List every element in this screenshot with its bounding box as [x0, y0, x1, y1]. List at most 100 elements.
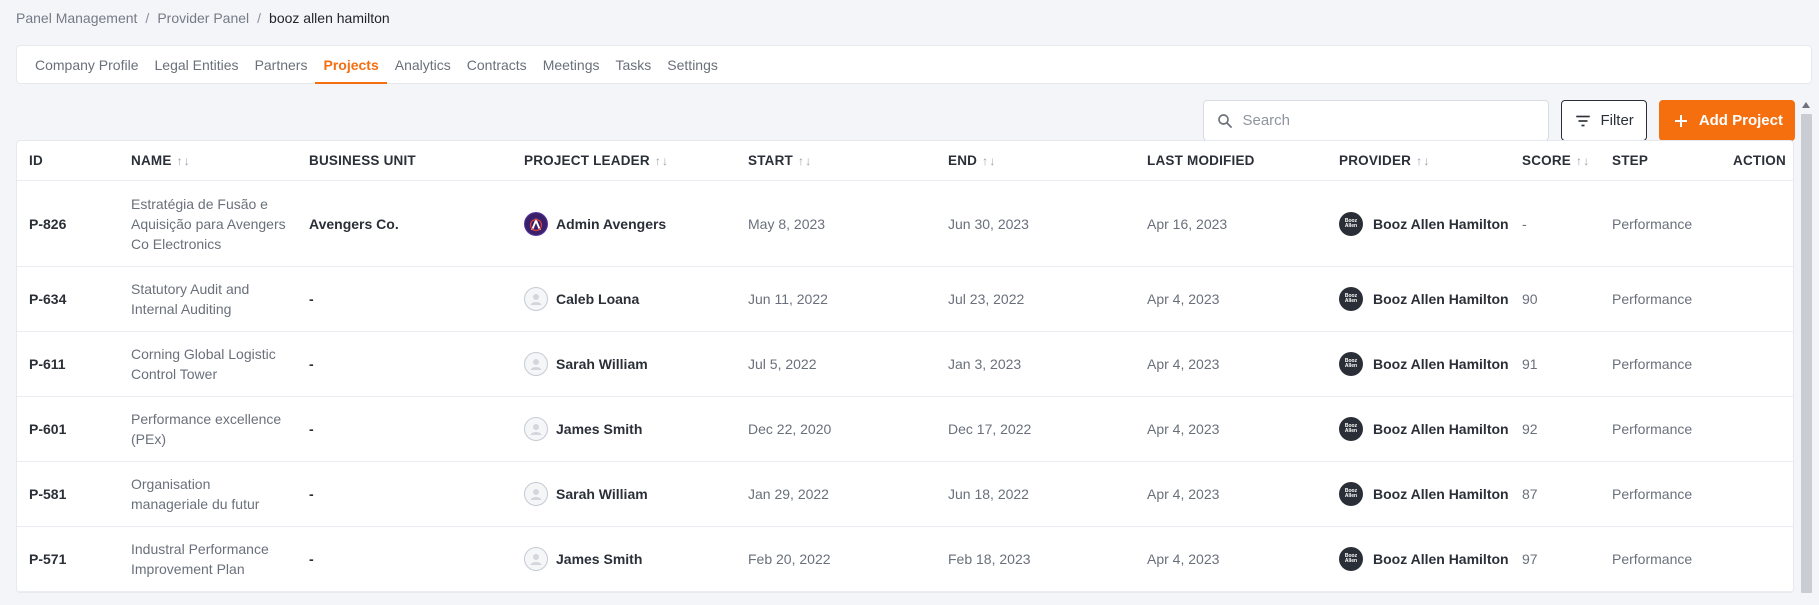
add-project-button[interactable]: Add Project — [1658, 100, 1795, 141]
provider: Booz Allen Booz Allen Hamilton — [1339, 462, 1509, 526]
step: Performance — [1612, 551, 1693, 567]
project-leader: Caleb Loana — [524, 267, 639, 331]
project-name[interactable]: Industral Performance Improvement Plan — [131, 527, 269, 591]
last-modified-date: Apr 4, 2023 — [1147, 291, 1220, 307]
table-row[interactable]: P-571 Industral Performance Improvement Pl… — [17, 527, 1793, 592]
toolbar: Filter Add Project — [1203, 100, 1795, 141]
tab-company-profile[interactable]: Company Profile — [27, 46, 147, 83]
column-header-label: END — [948, 153, 978, 168]
business-unit: - — [309, 551, 314, 567]
user-avatar-icon — [524, 352, 548, 376]
tab-legal-entities[interactable]: Legal Entities — [147, 46, 247, 83]
last-modified-date: Apr 4, 2023 — [1147, 356, 1220, 372]
project-name[interactable]: Corning Global Logistic Control Tower — [131, 332, 276, 396]
filter-button[interactable]: Filter — [1561, 100, 1647, 141]
column-header-step: STEP — [1612, 141, 1648, 180]
last-modified-date: Apr 4, 2023 — [1147, 421, 1220, 437]
column-header-project-leader[interactable]: PROJECT LEADER ↑ ↓ — [524, 141, 668, 180]
scroll-up-arrow-icon[interactable] — [1802, 102, 1810, 108]
column-header-score[interactable]: SCORE ↑ ↓ — [1522, 141, 1589, 180]
table-row[interactable]: P-601 Performance excellence (PEx) - James S… — [17, 397, 1793, 462]
provider-logo-icon: Booz Allen — [1339, 352, 1363, 376]
business-unit: - — [309, 356, 314, 372]
provider: Booz Allen Booz Allen Hamilton — [1339, 397, 1509, 461]
plus-icon — [1674, 114, 1687, 127]
sort-arrows-icon[interactable]: ↑ ↓ — [982, 154, 995, 168]
end-date: Dec 17, 2022 — [948, 421, 1032, 437]
vertical-scrollbar[interactable] — [1800, 100, 1813, 593]
search-box[interactable] — [1203, 100, 1550, 141]
tab-meetings[interactable]: Meetings — [535, 46, 608, 83]
tab-projects[interactable]: Projects — [315, 46, 387, 84]
user-avatar-icon — [524, 547, 548, 571]
business-unit: - — [309, 486, 314, 502]
tab-analytics[interactable]: Analytics — [387, 46, 459, 83]
column-header-id: ID — [29, 141, 43, 180]
project-id[interactable]: P-634 — [29, 267, 66, 331]
project-id[interactable]: P-826 — [29, 182, 66, 266]
breadcrumb-separator: / — [257, 10, 262, 26]
tab-tasks[interactable]: Tasks — [608, 46, 660, 83]
sort-arrows-icon[interactable]: ↑ ↓ — [798, 154, 811, 168]
column-header-label: STEP — [1612, 153, 1649, 168]
step: Performance — [1612, 421, 1693, 437]
search-input[interactable] — [1242, 112, 1533, 129]
search-icon — [1218, 113, 1233, 128]
sort-arrows-icon[interactable]: ↑ ↓ — [177, 154, 190, 168]
sort-arrows-icon[interactable]: ↑ ↓ — [655, 154, 668, 168]
project-name[interactable]: Performance excellence (PEx) — [131, 397, 281, 461]
table-row[interactable]: P-826 Estratégia de Fusão e Aquisição para… — [17, 182, 1793, 267]
sort-arrows-icon[interactable]: ↑ ↓ — [1416, 154, 1429, 168]
last-modified-date: Apr 16, 2023 — [1147, 216, 1228, 232]
provider-logo-icon: Booz Allen — [1339, 212, 1363, 236]
filter-lines-icon — [1576, 115, 1591, 126]
projects-table: ID NAME ↑ ↓ BUSINESS UNIT PROJECT LEADER ↑ ↓… — [16, 140, 1794, 593]
column-header-action: ACTION — [1733, 141, 1786, 180]
business-unit: Avengers Co. — [309, 216, 399, 232]
user-avatar-icon — [524, 482, 548, 506]
project-name[interactable]: Statutory Audit and Internal Auditing — [131, 267, 249, 331]
table-row[interactable]: P-581 Organisation manageriale du futur - Sa… — [17, 462, 1793, 527]
provider-logo-icon: Booz Allen — [1339, 482, 1363, 506]
user-avatar-icon — [524, 417, 548, 441]
column-header-last-modified: LAST MODIFIED — [1147, 141, 1255, 180]
project-leader: Sarah William — [524, 332, 648, 396]
column-header-label: LAST MODIFIED — [1147, 153, 1255, 168]
step: Performance — [1612, 356, 1693, 372]
breadcrumb-provider-panel[interactable]: Provider Panel — [157, 10, 249, 26]
provider-logo-icon: Booz Allen — [1339, 287, 1363, 311]
filter-button-label: Filter — [1600, 112, 1634, 129]
end-date: Feb 18, 2023 — [948, 551, 1031, 567]
start-date: Jul 5, 2022 — [748, 356, 817, 372]
sort-arrows-icon[interactable]: ↑ ↓ — [1576, 154, 1589, 168]
project-name[interactable]: Estratégia de Fusão e Aquisição para Aven… — [131, 182, 286, 266]
project-id[interactable]: P-611 — [29, 332, 66, 396]
table-row[interactable]: P-611 Corning Global Logistic Control Towe… — [17, 332, 1793, 397]
project-id[interactable]: P-601 — [29, 397, 66, 461]
tab-contracts[interactable]: Contracts — [459, 46, 535, 83]
breadcrumb-panel-management[interactable]: Panel Management — [16, 10, 137, 26]
start-date: Dec 22, 2020 — [748, 421, 832, 437]
column-header-start[interactable]: START ↑ ↓ — [748, 141, 811, 180]
column-header-business-unit: BUSINESS UNIT — [309, 141, 416, 180]
column-header-label: ACTION — [1733, 153, 1786, 168]
project-name[interactable]: Organisation manageriale du futur — [131, 462, 259, 526]
end-date: Jul 23, 2022 — [948, 291, 1025, 307]
project-leader: James Smith — [524, 397, 642, 461]
scrollbar-thumb[interactable] — [1801, 114, 1812, 593]
column-header-end[interactable]: END ↑ ↓ — [948, 141, 996, 180]
business-unit: - — [309, 291, 314, 307]
tab-settings[interactable]: Settings — [659, 46, 726, 83]
project-id[interactable]: P-581 — [29, 462, 66, 526]
column-header-name[interactable]: NAME ↑ ↓ — [131, 141, 190, 180]
score: 87 — [1522, 486, 1538, 502]
column-header-provider[interactable]: PROVIDER ↑ ↓ — [1339, 141, 1430, 180]
tab-partners[interactable]: Partners — [247, 46, 316, 83]
breadcrumb-current: booz allen hamilton — [269, 10, 390, 26]
score: 90 — [1522, 291, 1538, 307]
table-row[interactable]: P-634 Statutory Audit and Internal Auditin… — [17, 267, 1793, 332]
column-header-label: NAME — [131, 153, 172, 168]
end-date: Jun 18, 2022 — [948, 486, 1029, 502]
provider-logo-icon: Booz Allen — [1339, 417, 1363, 441]
project-id[interactable]: P-571 — [29, 527, 66, 591]
